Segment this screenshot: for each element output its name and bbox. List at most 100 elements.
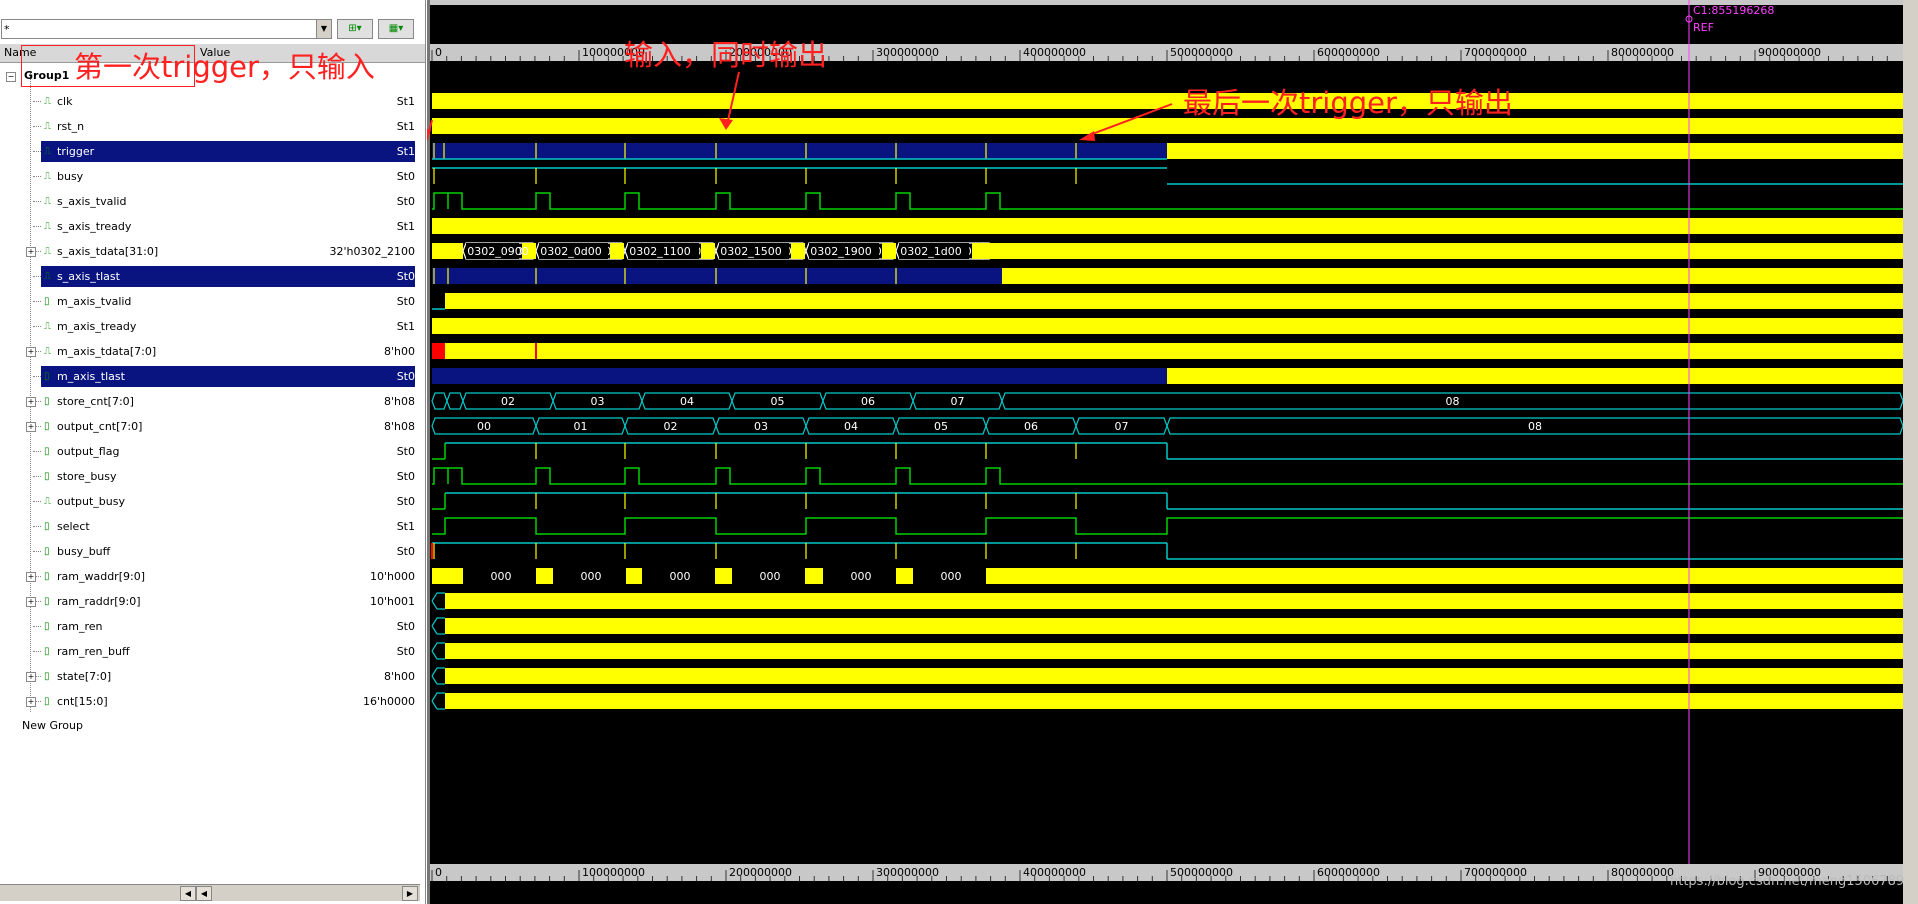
bus-value: 03: [591, 395, 605, 408]
bus-value: 05: [934, 420, 948, 433]
ruler-label: 600000000: [1317, 866, 1380, 879]
collapse-icon[interactable]: −: [6, 72, 16, 82]
signal-row[interactable]: ⎍ clk St1: [0, 89, 420, 114]
expand-icon[interactable]: +: [26, 697, 36, 707]
annotation-last-trigger: 最后一次trigger，只输出: [1183, 86, 1513, 120]
signal-row[interactable]: ⎍ trigger St1: [0, 139, 420, 164]
bus-value: 000: [670, 570, 691, 583]
signal-bar: [1167, 368, 1903, 384]
waveform-canvas[interactable]: 0010000000010000000020000000020000000030…: [427, 0, 1918, 904]
scroll-left-icon-2[interactable]: ◀: [196, 886, 212, 901]
bus-value: 000: [760, 570, 781, 583]
waveform-pane[interactable]: 0 0 100000000 100000000 200000000 200000000 30…: [427, 0, 1918, 904]
signal-bar: [445, 593, 1903, 609]
scroll-right-icon[interactable]: ▶: [402, 886, 418, 901]
top-strip: [430, 0, 1904, 5]
ruler-label: 400000000: [1023, 46, 1086, 59]
signal-bar: [432, 368, 1167, 384]
signal-filter-combo[interactable]: * ▼: [1, 19, 332, 39]
signal-bar: [445, 643, 1903, 659]
signal-row[interactable]: + ▯ state[7:0] 8'h00: [0, 664, 420, 689]
bus-gap: [626, 568, 642, 584]
signal-row[interactable]: ▯ select St1: [0, 514, 420, 539]
wire-icon: ⎍: [44, 146, 51, 157]
bus-gap: [536, 568, 553, 584]
signal-bar: [432, 218, 1903, 234]
expand-icon[interactable]: +: [26, 672, 36, 682]
group-options-button[interactable]: ▦▾: [378, 19, 414, 39]
signal-bar: [432, 568, 463, 584]
signal-value: St1: [396, 220, 415, 233]
chevron-down-icon[interactable]: ▼: [316, 20, 331, 38]
tree-branch: [33, 651, 41, 652]
signal-name: state[7:0]: [57, 670, 112, 683]
wire-icon: ⎍: [44, 196, 51, 207]
signal-value: 8'h08: [384, 395, 415, 408]
signal-bar: [432, 118, 1903, 134]
tree-branch: [33, 451, 41, 452]
expand-icon[interactable]: +: [26, 347, 36, 357]
tree-branch: [33, 376, 41, 377]
expand-icon[interactable]: +: [26, 397, 36, 407]
ruler-label: 500000000: [1170, 46, 1233, 59]
signal-row[interactable]: + ⎍ m_axis_tdata[7:0] 8'h00: [0, 339, 420, 364]
signal-row[interactable]: + ▯ output_cnt[7:0] 8'h08: [0, 414, 420, 439]
signal-row[interactable]: + ⎍ s_axis_tdata[31:0] 32'h0302_2100: [0, 239, 420, 264]
expand-icon[interactable]: +: [26, 247, 36, 257]
signal-value: St0: [396, 170, 415, 183]
signal-row[interactable]: + ▯ ram_raddr[9:0] 10'h001: [0, 589, 420, 614]
expand-icon[interactable]: +: [26, 597, 36, 607]
expand-icon[interactable]: +: [26, 422, 36, 432]
signal-bar: [432, 268, 1002, 284]
ruler-label: 700000000: [1464, 866, 1527, 879]
tree-branch: [33, 526, 41, 527]
signal-row[interactable]: ⎍ busy St0: [0, 164, 420, 189]
signal-row[interactable]: ⎍ rst_n St1: [0, 114, 420, 139]
signal-row[interactable]: ▯ busy_buff St0: [0, 539, 420, 564]
bus-value: 0302_1d00: [900, 245, 961, 258]
signal-bar: [432, 143, 1167, 159]
signal-value: St1: [396, 120, 415, 133]
ruler-label: 700000000: [1464, 46, 1527, 59]
signal-value: St0: [396, 645, 415, 658]
expand-icon[interactable]: +: [26, 572, 36, 582]
new-group-label[interactable]: New Group: [22, 719, 83, 732]
bus-gap: [610, 243, 624, 259]
signal-row[interactable]: ▯ ram_ren_buff St0: [0, 639, 420, 664]
reg-icon: ▯: [44, 521, 50, 532]
signal-name: s_axis_tlast: [57, 270, 120, 283]
signal-row[interactable]: ⎍ s_axis_tlast St0: [0, 264, 420, 289]
horizontal-scrollbar[interactable]: ◀ ◀ ▶: [0, 884, 420, 901]
signal-row[interactable]: ▯ m_axis_tvalid St0: [0, 289, 420, 314]
insert-signal-button[interactable]: ⊞▾: [337, 19, 373, 39]
tree-branch: [33, 626, 41, 627]
signal-row[interactable]: + ▯ ram_waddr[9:0] 10'h000: [0, 564, 420, 589]
bus-value: 000: [581, 570, 602, 583]
bus-value: 04: [844, 420, 858, 433]
signal-value: St1: [396, 145, 415, 158]
vertical-scrollbar[interactable]: [1903, 0, 1918, 904]
signal-value: 16'h0000: [363, 695, 415, 708]
bus-gap: [805, 568, 823, 584]
signal-row[interactable]: ▯ ram_ren St0: [0, 614, 420, 639]
bus-value: 0302_0d00: [540, 245, 601, 258]
signal-row[interactable]: ▯ m_axis_tlast St0: [0, 364, 420, 389]
signal-row[interactable]: ⎍ output_busy St0: [0, 489, 420, 514]
signal-name: store_busy: [57, 470, 117, 483]
signal-row[interactable]: ⎍ s_axis_tvalid St0: [0, 189, 420, 214]
signal-row[interactable]: ⎍ m_axis_tready St1: [0, 314, 420, 339]
signal-name: clk: [57, 95, 73, 108]
bus-value: 08: [1528, 420, 1542, 433]
scroll-left-icon[interactable]: ◀: [180, 886, 196, 901]
signal-value: 10'h001: [370, 595, 415, 608]
tree-branch: [33, 176, 41, 177]
bus-value: 000: [491, 570, 512, 583]
signal-row[interactable]: + ▯ store_cnt[7:0] 8'h08: [0, 389, 420, 414]
signal-row[interactable]: ⎍ s_axis_tready St1: [0, 214, 420, 239]
signal-value: 32'h0302_2100: [329, 245, 415, 258]
signal-row[interactable]: ▯ store_busy St0: [0, 464, 420, 489]
bus-value: 000: [941, 570, 962, 583]
ruler-label: 400000000: [1023, 866, 1086, 879]
signal-row[interactable]: ▯ output_flag St0: [0, 439, 420, 464]
signal-row[interactable]: + ▯ cnt[15:0] 16'h0000: [0, 689, 420, 714]
